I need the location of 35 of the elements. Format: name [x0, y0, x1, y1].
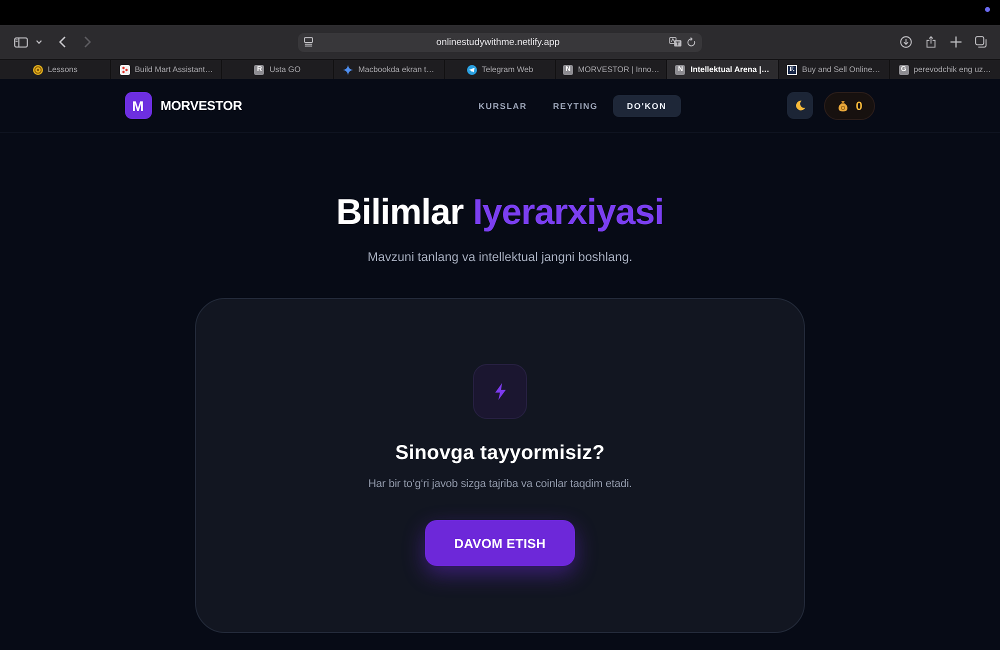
coin-balance[interactable]: 0	[824, 92, 876, 120]
emblem-favicon-icon	[32, 64, 43, 74]
dots-favicon-icon	[120, 64, 130, 74]
tabs-overview-icon[interactable]	[975, 36, 987, 48]
nav-link[interactable]: DO'KON	[612, 94, 680, 116]
back-icon[interactable]	[59, 36, 66, 48]
lightning-icon	[473, 364, 527, 419]
browser-tab[interactable]: Macbookda ekran t…	[332, 60, 444, 79]
sparkle-favicon-icon	[343, 64, 354, 74]
new-tab-icon[interactable]	[950, 36, 962, 48]
page-menu-icon[interactable]	[304, 37, 313, 47]
address-bar[interactable]: onlinestudywithme.netlify.app	[298, 32, 702, 52]
browser-tab[interactable]: Build Mart Assistant…	[110, 60, 222, 79]
money-bag-icon	[838, 100, 848, 112]
nav-link[interactable]: REYTING	[542, 94, 609, 116]
continue-button[interactable]: DAVOM ETISH	[425, 520, 575, 566]
share-icon[interactable]	[925, 36, 937, 48]
download-icon[interactable]	[900, 36, 912, 48]
sidebar-icon[interactable]	[14, 36, 28, 48]
moon-icon	[794, 100, 806, 111]
page-subtitle: Mavzuni tanlang va intellektual jangni boshlang.	[368, 249, 632, 265]
status-dot-icon	[985, 7, 990, 12]
theme-toggle-button[interactable]	[787, 92, 813, 119]
chevron-down-icon[interactable]	[36, 40, 42, 44]
browser-tab[interactable]: Lessons	[0, 60, 110, 79]
reload-icon[interactable]	[687, 37, 696, 47]
card-title: Sinovga tayyormisiz?	[395, 441, 605, 465]
card-description: Har bir to‘g‘ri javob sizga tajriba va coinlar taqdim etadi.	[368, 477, 632, 491]
nav-link[interactable]: KURSLAR	[467, 94, 538, 116]
logo-text[interactable]: MORVESTOR	[160, 98, 242, 113]
page-heading: Bilimlar Iyerarxiyasi	[336, 190, 664, 233]
browser-tab[interactable]: Telegram Web	[444, 60, 556, 79]
logo-mark[interactable]: M	[124, 92, 152, 119]
telegram-favicon-icon	[466, 64, 477, 74]
translate-icon[interactable]	[669, 37, 682, 47]
